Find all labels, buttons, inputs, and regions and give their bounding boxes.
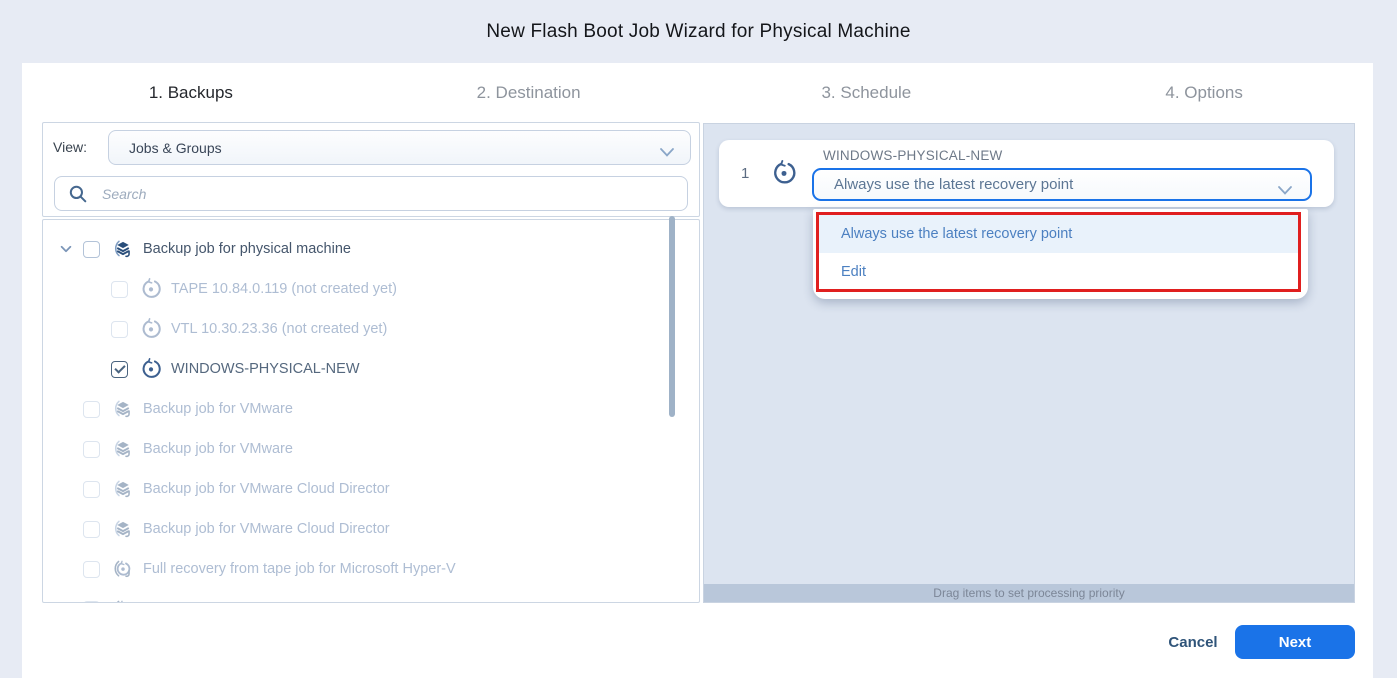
dropdown-options: Always use the latest recovery pointEdit (819, 215, 1298, 291)
chevron-down-icon (660, 144, 674, 160)
checkbox[interactable] (111, 281, 128, 298)
recovery-point-icon (139, 358, 163, 380)
tab-3-schedule[interactable]: 3. Schedule (698, 83, 1036, 103)
job-group-icon (111, 518, 135, 540)
tree-row-label: Full recovery job for VMware Cloud Direc… (143, 601, 424, 603)
jobs-tree: Backup job for physical machine TAPE 10.8… (42, 219, 700, 603)
search-icon (68, 184, 88, 204)
view-label: View: (53, 139, 87, 155)
menu-option-always-use-the-latest-recovery-point[interactable]: Always use the latest recovery point (819, 215, 1298, 253)
tree-row[interactable]: Backup job for physical machine (43, 229, 699, 269)
job-group-icon (111, 438, 135, 460)
tree-row[interactable]: Full recovery job for VMware Cloud Direc… (43, 589, 699, 603)
job-group-icon (111, 238, 135, 260)
search-box (54, 176, 688, 211)
wizard-tabs: 1. Backups2. Destination3. Schedule4. Op… (22, 63, 1373, 122)
full-recovery-icon (111, 558, 135, 580)
tree-row-label: VTL 10.30.23.36 (not created yet) (171, 321, 387, 337)
tree-row[interactable]: Backup job for VMware Cloud Director (43, 469, 699, 509)
wizard-dialog: 1. Backups2. Destination3. Schedule4. Op… (22, 63, 1373, 678)
tree-row-label: TAPE 10.84.0.119 (not created yet) (171, 281, 397, 297)
scrollbar-thumb[interactable] (669, 216, 675, 417)
checkbox[interactable] (83, 481, 100, 498)
cancel-button[interactable]: Cancel (1158, 625, 1228, 659)
recovery-point-select[interactable]: Always use the latest recovery point (812, 168, 1312, 201)
tree-row-label: Full recovery from tape job for Microsof… (143, 561, 456, 577)
recovery-point-select-value: Always use the latest recovery point (834, 176, 1073, 193)
tree-row-label: WINDOWS-PHYSICAL-NEW (171, 361, 360, 377)
tree-row[interactable]: Backup job for VMware (43, 389, 699, 429)
expander-chevron-down-icon[interactable] (59, 242, 73, 256)
tree-row-label: Backup job for VMware Cloud Director (143, 481, 390, 497)
tree-row[interactable]: Backup job for VMware (43, 429, 699, 469)
search-input[interactable] (100, 185, 687, 203)
checkbox[interactable] (83, 561, 100, 578)
checkbox[interactable] (83, 401, 100, 418)
checkbox[interactable] (83, 521, 100, 538)
job-group-icon (111, 478, 135, 500)
page-title: New Flash Boot Job Wizard for Physical M… (0, 21, 1397, 43)
drag-hint: Drag items to set processing priority (704, 584, 1354, 602)
recovery-point-icon (139, 278, 163, 300)
left-panel-header: View: Jobs & Groups (42, 122, 700, 217)
tree-row-label: Backup job for VMware (143, 441, 293, 457)
chevron-down-icon (1278, 182, 1292, 199)
recovery-point-icon (139, 318, 163, 340)
checkbox[interactable] (83, 241, 100, 258)
next-button[interactable]: Next (1235, 625, 1355, 659)
tree-row-label: Backup job for physical machine (143, 241, 351, 257)
menu-option-edit[interactable]: Edit (819, 253, 1298, 291)
recovery-point-icon (771, 160, 797, 186)
tree-row[interactable]: TAPE 10.84.0.119 (not created yet) (43, 269, 699, 309)
view-dropdown[interactable]: Jobs & Groups (108, 130, 691, 165)
priority-item-card[interactable]: 1 WINDOWS-PHYSICAL-NEW Always use the la… (719, 140, 1334, 207)
tree-row-label: Backup job for VMware (143, 401, 293, 417)
priority-panel: 1 WINDOWS-PHYSICAL-NEW Always use the la… (703, 123, 1355, 603)
tree-row[interactable]: Backup job for VMware Cloud Director (43, 509, 699, 549)
priority-item-name: WINDOWS-PHYSICAL-NEW (823, 148, 1003, 163)
checkbox[interactable] (83, 601, 100, 604)
priority-number: 1 (741, 140, 749, 207)
checkbox[interactable] (83, 441, 100, 458)
tab-2-destination[interactable]: 2. Destination (360, 83, 698, 103)
tree-row[interactable]: VTL 10.30.23.36 (not created yet) (43, 309, 699, 349)
full-recovery-icon (111, 598, 135, 603)
tree-row-label: Backup job for VMware Cloud Director (143, 521, 390, 537)
tab-1-backups[interactable]: 1. Backups (22, 83, 360, 103)
recovery-point-dropdown-menu: Always use the latest recovery pointEdit (813, 209, 1308, 299)
view-dropdown-value: Jobs & Groups (129, 140, 222, 156)
checkbox-checked[interactable] (111, 361, 128, 378)
job-group-icon (111, 398, 135, 420)
tree-row[interactable]: WINDOWS-PHYSICAL-NEW (43, 349, 699, 389)
tree-row[interactable]: Full recovery from tape job for Microsof… (43, 549, 699, 589)
tab-4-options[interactable]: 4. Options (1035, 83, 1373, 103)
checkbox[interactable] (111, 321, 128, 338)
